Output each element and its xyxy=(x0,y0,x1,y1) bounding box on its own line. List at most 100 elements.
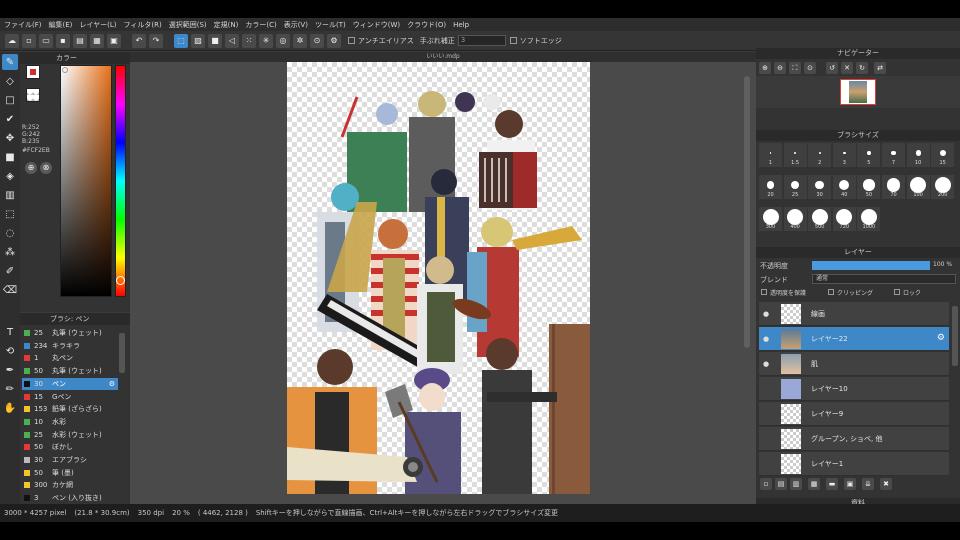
pen-mode-icon[interactable]: ◁ xyxy=(225,33,239,48)
fit-icon[interactable]: ⛶ xyxy=(789,62,801,74)
visibility-icon[interactable] xyxy=(763,410,771,418)
brush-size-cell[interactable]: 500 xyxy=(808,207,832,231)
select-pen-icon[interactable]: ✐ xyxy=(2,263,18,279)
select-tool-icon[interactable]: ⬚ xyxy=(2,206,18,222)
circle-icon[interactable]: ◎ xyxy=(276,33,290,48)
new-layer-icon[interactable]: ▫ xyxy=(760,478,772,490)
menu-view[interactable]: 表示(V) xyxy=(284,20,308,30)
brush-size-cell[interactable]: 70 xyxy=(882,175,905,199)
add-halftone-icon[interactable]: ▦ xyxy=(808,478,820,490)
fill-icon[interactable]: ■ xyxy=(208,33,222,48)
snap-icon[interactable]: ✳ xyxy=(259,33,273,48)
layer-row[interactable]: ● レイヤー22 ⚙ xyxy=(759,327,949,351)
lasso-tool-icon[interactable]: ✔ xyxy=(2,111,18,127)
brush-size-cell[interactable]: 1000 xyxy=(857,207,881,231)
grid-icon[interactable]: ▦ xyxy=(90,33,104,48)
menu-window[interactable]: ウィンドウ(W) xyxy=(353,20,400,30)
text-tool-icon[interactable]: T xyxy=(2,324,18,340)
antialias-checkbox[interactable] xyxy=(348,37,355,44)
blend-select[interactable]: 通常 xyxy=(812,274,956,284)
opacity-slider[interactable] xyxy=(812,261,930,270)
brush-size-cell[interactable]: 2 xyxy=(808,143,832,167)
export-icon[interactable]: ▤ xyxy=(73,33,87,48)
brush-size-cell[interactable]: 20 xyxy=(759,175,782,199)
canvas-area[interactable]: いいい.mdp xyxy=(130,52,756,522)
brush-size-cell[interactable]: 40 xyxy=(832,175,856,199)
brush-size-cell[interactable]: 10 xyxy=(906,143,930,167)
visibility-icon[interactable] xyxy=(763,385,771,393)
visibility-icon[interactable] xyxy=(763,435,771,443)
open-icon[interactable]: ▭ xyxy=(39,33,53,48)
clipping-checkbox[interactable] xyxy=(828,289,834,295)
new-folder-icon[interactable]: ▬ xyxy=(826,478,838,490)
brush-size-cell[interactable]: 7 xyxy=(882,143,905,167)
pen-tool-icon[interactable]: ✏ xyxy=(2,381,18,397)
gradient-tool-icon[interactable]: ▥ xyxy=(2,187,18,203)
new-file-icon[interactable]: ▫ xyxy=(22,33,36,48)
menu-cloud[interactable]: クラウド(O) xyxy=(407,20,446,30)
navigator-preview[interactable] xyxy=(756,76,960,108)
save-icon[interactable]: ▪ xyxy=(56,33,70,48)
select-none-icon[interactable]: ⬚ xyxy=(174,33,188,48)
brush-item[interactable]: 50 筆 (墨) xyxy=(22,467,118,479)
visibility-icon[interactable]: ● xyxy=(763,360,771,368)
lasso-select-icon[interactable]: ◌ xyxy=(2,225,18,241)
gear-icon[interactable]: ✲ xyxy=(293,33,307,48)
layer-settings-icon[interactable]: ⚙ xyxy=(937,333,945,343)
move-tool-icon[interactable]: ✥ xyxy=(2,130,18,146)
menu-ruler[interactable]: 定規(N) xyxy=(214,20,239,30)
bucket-tool-icon[interactable]: ◈ xyxy=(2,168,18,184)
layer-row[interactable]: レイヤー10 xyxy=(759,377,949,401)
brush-item[interactable]: 30 エアブラシ xyxy=(22,454,118,466)
brush-item[interactable]: 234 キラキラ xyxy=(22,340,118,352)
actual-size-icon[interactable]: ⊙ xyxy=(804,62,816,74)
menu-layer[interactable]: レイヤー(L) xyxy=(79,20,116,30)
brush-item[interactable]: 30 ペン ⚙ xyxy=(22,377,118,390)
visibility-icon[interactable] xyxy=(763,460,771,468)
canvas-v-scrollbar[interactable] xyxy=(744,76,750,348)
brush-item[interactable]: 50 丸筆 (ウェット) xyxy=(22,365,118,377)
delete-layer-icon[interactable]: ✖ xyxy=(880,478,892,490)
flip-icon[interactable]: ⇄ xyxy=(874,62,886,74)
layer-row[interactable]: レイヤー9 xyxy=(759,402,949,426)
new-1bit-layer-icon[interactable]: ▥ xyxy=(790,478,802,490)
brush-size-cell[interactable]: 25 xyxy=(783,175,807,199)
brush-size-cell[interactable]: 1 xyxy=(759,143,782,167)
fullscreen-icon[interactable]: ✕ xyxy=(841,62,853,74)
brush-item[interactable]: 153 鉛筆 (ざらざら) xyxy=(22,403,118,415)
target-icon[interactable]: ⊙ xyxy=(310,33,324,48)
layer-list-scrollbar[interactable] xyxy=(952,306,958,366)
menu-filter[interactable]: フィルタ(R) xyxy=(124,20,162,30)
brush-item[interactable]: 50 ぼかし xyxy=(22,441,118,453)
brush-tool-icon[interactable]: ✎ xyxy=(2,54,18,70)
palette-icon[interactable]: ⊗ xyxy=(40,162,52,174)
layer-row[interactable]: ● 肌 xyxy=(759,352,949,376)
brush-list-scrollbar[interactable] xyxy=(119,333,125,373)
frame-icon[interactable]: ▣ xyxy=(107,33,121,48)
settings-icon[interactable]: ⚙ xyxy=(327,33,341,48)
rotate-left-icon[interactable]: ↺ xyxy=(826,62,838,74)
rotate-right-icon[interactable]: ↻ xyxy=(856,62,868,74)
brush-settings-icon[interactable]: ⚙ xyxy=(109,380,115,388)
brush-item[interactable]: 15 Gペン xyxy=(22,391,118,403)
brush-item[interactable]: 3 ペン (入り抜き) xyxy=(22,492,118,504)
brush-item[interactable]: 300 カケ網 xyxy=(22,479,118,491)
artwork-canvas[interactable] xyxy=(287,62,590,494)
brush-size-cell[interactable]: 720 xyxy=(832,207,856,231)
layer-row[interactable]: グループン, ショベ, 他 xyxy=(759,427,949,451)
brush-size-cell[interactable]: 100 xyxy=(906,175,930,199)
eyedropper-icon[interactable]: ✒ xyxy=(2,362,18,378)
color-saturation-box[interactable] xyxy=(60,65,112,297)
divide-tool-icon[interactable]: ⟲ xyxy=(2,343,18,359)
correction-select[interactable]: 3 xyxy=(457,35,506,46)
fill-rect-icon[interactable]: ■ xyxy=(2,149,18,165)
brush-size-cell[interactable]: 300 xyxy=(759,207,782,231)
zoom-out-icon[interactable]: ⊖ xyxy=(774,62,786,74)
brush-size-cell[interactable]: 50 xyxy=(857,175,881,199)
soft-edge-checkbox[interactable] xyxy=(509,37,517,44)
brush-size-cell[interactable]: 400 xyxy=(783,207,807,231)
cloud-icon[interactable]: ☁ xyxy=(5,33,19,48)
navigator-viewport[interactable] xyxy=(840,79,876,105)
brush-item[interactable]: 1 丸ペン xyxy=(22,352,118,364)
menu-color[interactable]: カラー(C) xyxy=(245,20,276,30)
